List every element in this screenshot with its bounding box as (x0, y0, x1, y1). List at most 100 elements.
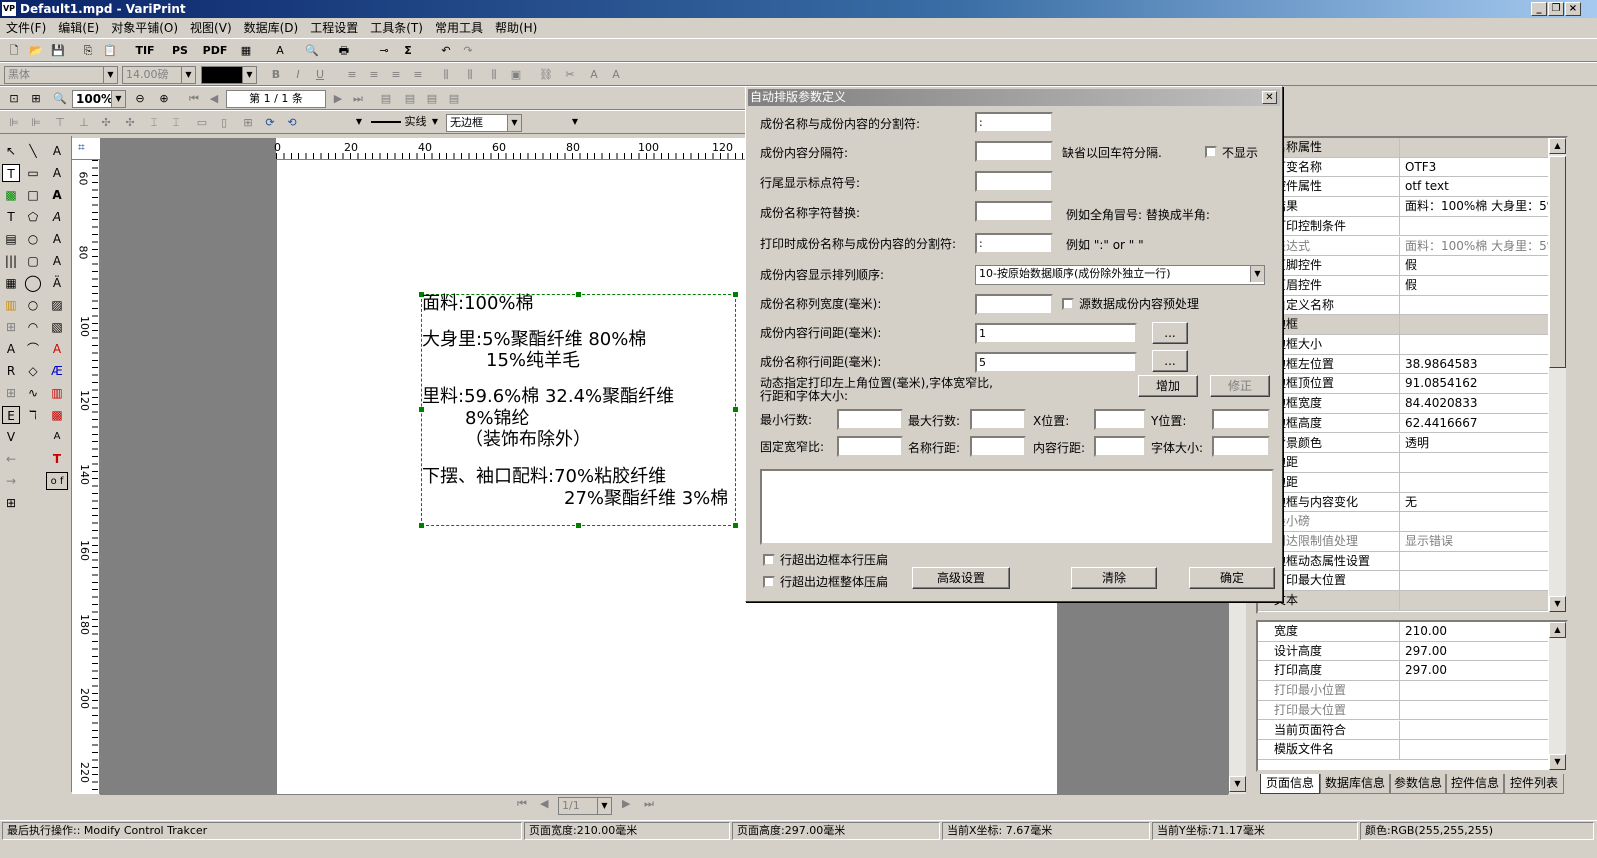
layer3-icon[interactable]: ▤ (422, 90, 442, 108)
tab-control-list[interactable]: 控件列表 (1504, 774, 1564, 794)
hook-tool-icon[interactable]: ℸ (24, 406, 42, 424)
dialog-close-button[interactable]: ✕ (1262, 91, 1277, 104)
layout-tool-icon[interactable]: ⊞ (2, 494, 20, 512)
property-value[interactable]: 显示错误 (1402, 532, 1548, 551)
property-value[interactable]: 假 (1402, 256, 1548, 275)
image-tool-icon[interactable]: ▩ (2, 186, 20, 204)
text-c-icon[interactable]: A (48, 186, 66, 204)
round-rect-tool-icon[interactable]: ▢ (24, 252, 42, 270)
tab-control-info[interactable]: 控件信息 (1446, 774, 1504, 794)
property-row[interactable]: 边框大小 (1258, 335, 1548, 355)
property-value[interactable] (1402, 552, 1548, 571)
property-value[interactable]: OTF3 (1402, 158, 1548, 177)
property-value[interactable]: 无 (1402, 493, 1548, 512)
property-value[interactable] (1402, 512, 1548, 531)
property-grid[interactable]: 名称属性 可变名称 OTF3 控件属性 otf text 结果 面料：100%棉 大身里：5… (1256, 136, 1568, 614)
add-button[interactable]: 增加 (1138, 375, 1198, 397)
text-d-icon[interactable]: A (48, 208, 66, 226)
center-icon[interactable]: ⌶ (144, 114, 164, 132)
tab-database-info[interactable]: 数据库信息 (1320, 774, 1390, 794)
clear-button[interactable]: 清除 (1071, 567, 1157, 589)
text-style-icon[interactable]: A (584, 66, 604, 84)
first-record-icon[interactable]: ⏮ (184, 90, 204, 108)
property-row[interactable]: 边距 (1258, 453, 1548, 473)
compress-row-checkbox[interactable] (763, 554, 775, 566)
pdf-export-button[interactable]: PDF (200, 42, 230, 60)
menu-tools[interactable]: 常用工具 (429, 18, 489, 38)
arc-tool-icon[interactable]: ⌒ (24, 340, 42, 358)
table-tool-icon[interactable]: ▤ (2, 230, 20, 248)
justify-icon[interactable]: ≡ (408, 66, 428, 84)
resize-handle[interactable] (733, 407, 738, 412)
property-row[interactable]: 表达式面料：100%棉 大身里：5%聚 (1258, 236, 1548, 257)
property-value[interactable]: 62.4416667 (1402, 414, 1548, 433)
select-arrow-icon[interactable]: ↖ (2, 142, 20, 160)
scroll-up-icon[interactable]: ▲ (1549, 138, 1566, 154)
tail-input[interactable] (975, 171, 1053, 192)
rect-tool-icon[interactable]: ▭ (24, 164, 42, 182)
text-art-icon[interactable]: A (48, 340, 66, 358)
qr-tool-icon[interactable]: ▦ (2, 274, 20, 292)
barcode-icon[interactable]: ▦ (236, 42, 256, 60)
ps-export-button[interactable]: PS (165, 42, 195, 60)
font-size-input[interactable] (1212, 436, 1270, 457)
pattern3-tool-icon[interactable]: ▩ (48, 406, 66, 424)
align-objects3-icon[interactable]: ⊤ (50, 114, 70, 132)
property-value[interactable] (1402, 701, 1548, 720)
property-row[interactable]: 打印高度 297.00 (1258, 661, 1548, 682)
group-icon[interactable]: ▭ (192, 114, 212, 132)
menu-toolbars[interactable]: 工具条(T) (364, 18, 429, 38)
text-e-icon[interactable]: A (48, 230, 66, 248)
print-icon[interactable]: 🖶 (334, 42, 354, 60)
preprocess-checkbox[interactable] (1062, 298, 1074, 310)
tab-page-info[interactable]: 页面信息 (1260, 774, 1320, 794)
last-record-icon[interactable]: ⏭ (348, 90, 368, 108)
advanced-button[interactable]: 高级设置 (912, 567, 1010, 589)
property-value[interactable]: 84.4020833 (1402, 394, 1548, 413)
resize-handle[interactable] (419, 523, 424, 528)
content-sep-input[interactable] (975, 141, 1053, 162)
extra-select[interactable]: ▼ (526, 114, 582, 132)
property-row[interactable]: 打印控制条件 (1258, 216, 1548, 237)
minimize-button[interactable]: _ (1531, 2, 1547, 16)
menu-view[interactable]: 视图(V) (184, 18, 238, 38)
border-select[interactable]: 无边框 ▼ (446, 114, 522, 132)
property-value[interactable] (1402, 571, 1548, 590)
property-value[interactable]: 297.00 (1402, 661, 1548, 680)
grid-icon[interactable]: ⊞ (238, 114, 258, 132)
otf-tool-icon[interactable]: o f (46, 472, 68, 490)
property-row[interactable]: 边距 (1258, 472, 1548, 493)
tab-param-info[interactable]: 参数信息 (1390, 774, 1446, 794)
menu-file[interactable]: 文件(F) (0, 18, 52, 38)
page-property-scrollbar[interactable]: ▲ ▼ (1549, 622, 1566, 770)
letter-r-icon[interactable]: R (2, 362, 20, 380)
property-row[interactable]: 控件属性 otf text (1258, 177, 1548, 198)
menu-project[interactable]: 工程设置 (304, 18, 364, 38)
property-value[interactable] (1402, 681, 1548, 700)
property-row[interactable]: 自定义名称 (1258, 295, 1548, 316)
property-row[interactable]: 到达限制值处理 显示错误 (1258, 532, 1548, 552)
redo-icon[interactable]: ↷ (458, 42, 478, 60)
next-page-icon[interactable]: ▶ (622, 797, 630, 810)
left-arrow-tool-icon[interactable]: ← (2, 450, 20, 468)
new-icon[interactable]: 🗋 (4, 42, 24, 60)
align-left-icon[interactable]: ≡ (342, 66, 362, 84)
property-row[interactable]: 边框动态属性设置 (1258, 551, 1548, 572)
property-row[interactable]: 边框顶位置 91.0854162 (1258, 374, 1548, 395)
property-row[interactable]: 打印最大位置 (1258, 700, 1548, 721)
min-rows-input[interactable] (837, 409, 903, 430)
property-value[interactable]: 假 (1402, 276, 1548, 295)
property-row[interactable]: 背景颜色 透明 (1258, 433, 1548, 454)
sum-button[interactable]: Σ (398, 42, 418, 60)
grid2-tool-icon[interactable]: ⊞ (2, 384, 20, 402)
fill-select[interactable]: ▼ (306, 114, 366, 132)
page-property-grid[interactable]: 宽度 210.00 设计高度 297.00 打印高度 297.00 打印最小位置 打印最大位置… (1256, 620, 1568, 772)
property-value[interactable] (1402, 453, 1548, 472)
property-row[interactable]: 宽度 210.00 (1258, 622, 1548, 642)
sep-input[interactable]: : (975, 112, 1053, 133)
name-width-input[interactable] (975, 294, 1053, 315)
text-b-icon[interactable]: A (48, 164, 66, 182)
copy-icon[interactable]: ⎘ (78, 42, 98, 60)
small-a-icon[interactable]: A (48, 428, 66, 446)
letter-a-icon[interactable]: A (2, 340, 20, 358)
